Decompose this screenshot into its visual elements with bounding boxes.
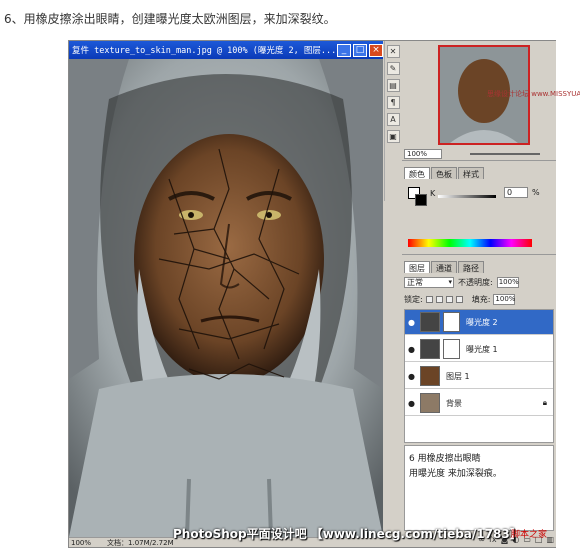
document-title-bar[interactable]: 复件 texture_to_skin_man.jpg @ 100% (曝光度 2… bbox=[69, 41, 383, 59]
image-canvas[interactable] bbox=[69, 59, 383, 537]
background-swatch[interactable] bbox=[415, 194, 427, 206]
annotation-note: 6 用橡皮擦出眼睛 用曝光度 来加深裂痕。 bbox=[404, 445, 554, 531]
color-panel: 颜色 色板 样式 K 0 % bbox=[402, 165, 556, 255]
adjustment-thumbnail bbox=[420, 312, 440, 332]
tab-channels[interactable]: 通道 bbox=[431, 261, 457, 273]
k-unit: % bbox=[532, 188, 540, 197]
lock-transparency-icon[interactable] bbox=[425, 295, 433, 303]
navigator-zoom-field[interactable]: 100% bbox=[404, 149, 442, 159]
step-caption: 6、用橡皮擦涂出眼睛，创建曝光度太欧洲图层，来加深裂纹。 bbox=[4, 12, 336, 26]
adjustment-thumbnail bbox=[420, 339, 440, 359]
toolbox-strip: ✕ ✎ ▤ ¶ A ▣ bbox=[384, 41, 401, 201]
lock-position-icon[interactable] bbox=[445, 295, 453, 303]
navigator-zoom-slider[interactable] bbox=[470, 153, 540, 155]
layer-list: ● 曝光度 2 ● 曝光度 1 ● 图层 1 ● 背景 🔒︎ bbox=[404, 309, 554, 443]
eye-icon[interactable]: ● bbox=[405, 399, 418, 408]
layer-thumbnail bbox=[420, 393, 440, 413]
lock-label: 锁定: bbox=[404, 294, 423, 304]
navigator-panel: 100% bbox=[402, 41, 556, 161]
lock-row: 锁定: 填充: 100% bbox=[404, 292, 554, 306]
opacity-field[interactable]: 100% bbox=[496, 276, 519, 288]
lock-icon: 🔒︎ bbox=[542, 398, 547, 407]
fill-field[interactable]: 100% bbox=[493, 293, 515, 305]
k-channel-label: K bbox=[430, 189, 436, 198]
paragraph-icon[interactable]: ¶ bbox=[386, 96, 400, 109]
color-panel-tabs: 颜色 色板 样式 bbox=[402, 165, 556, 179]
color-spectrum[interactable] bbox=[408, 239, 532, 247]
close-icon[interactable]: ✕ bbox=[386, 45, 400, 58]
actions-icon[interactable]: ▣ bbox=[386, 130, 400, 143]
status-doc-size: 文档：1.07M/2.72M bbox=[107, 538, 174, 547]
cracked-face-image bbox=[69, 59, 383, 537]
document-window: 复件 texture_to_skin_man.jpg @ 100% (曝光度 2… bbox=[69, 41, 383, 547]
eye-icon[interactable]: ● bbox=[405, 345, 418, 354]
layer-name: 背景 bbox=[446, 398, 462, 408]
minimize-button[interactable]: _ bbox=[337, 43, 351, 57]
history-icon[interactable]: ▤ bbox=[386, 79, 400, 92]
layer-name: 曝光度 1 bbox=[466, 344, 498, 354]
status-zoom: 100% bbox=[71, 538, 92, 547]
layer-row-layer-1[interactable]: ● 图层 1 bbox=[405, 364, 553, 389]
close-button[interactable]: × bbox=[369, 43, 383, 57]
eye-icon[interactable]: ● bbox=[405, 372, 418, 381]
brush-tool-icon[interactable]: ✎ bbox=[386, 62, 400, 75]
layer-row-exposure-1[interactable]: ● 曝光度 1 bbox=[405, 337, 553, 362]
layer-name: 曝光度 2 bbox=[466, 317, 498, 327]
lock-all-icon[interactable] bbox=[455, 295, 463, 303]
photoshop-screenshot: 复件 texture_to_skin_man.jpg @ 100% (曝光度 2… bbox=[68, 40, 580, 548]
tab-color[interactable]: 颜色 bbox=[404, 167, 430, 179]
maximize-button[interactable]: □ bbox=[353, 43, 367, 57]
layer-row-background[interactable]: ● 背景 🔒︎ bbox=[405, 391, 553, 416]
k-slider[interactable] bbox=[438, 195, 496, 198]
mask-thumbnail[interactable] bbox=[443, 339, 460, 359]
site-logo-top: 思缘设计论坛 www.MISSYUAN.COM bbox=[487, 90, 580, 98]
layer-thumbnail bbox=[420, 366, 440, 386]
blend-row: 正常 不透明度: 100% bbox=[404, 275, 554, 289]
mask-thumbnail[interactable] bbox=[443, 312, 460, 332]
panels-column: 100% 颜色 色板 样式 K 0 % 图层 通道 路径 正常 ▾ 不透明度: … bbox=[402, 41, 556, 547]
eye-icon[interactable]: ● bbox=[405, 318, 418, 327]
note-line-2: 用曝光度 来加深裂痕。 bbox=[409, 469, 502, 479]
character-icon[interactable]: A bbox=[386, 113, 400, 126]
brand-logo: 脚本之家 bbox=[511, 530, 548, 540]
trash-icon[interactable]: ▥ bbox=[546, 535, 554, 544]
tab-layers[interactable]: 图层 bbox=[404, 261, 430, 273]
watermark-text: PhotoShop平面设计吧 【www.linecg.com/tieba/178… bbox=[173, 527, 522, 541]
tab-swatches[interactable]: 色板 bbox=[431, 167, 457, 179]
tab-paths[interactable]: 路径 bbox=[458, 261, 484, 273]
note-line-1: 6 用橡皮擦出眼睛 bbox=[409, 454, 481, 464]
blend-mode-select[interactable]: 正常 bbox=[404, 276, 454, 288]
tab-styles[interactable]: 样式 bbox=[458, 167, 484, 179]
document-title: 复件 texture_to_skin_man.jpg @ 100% (曝光度 2… bbox=[72, 46, 335, 56]
lock-pixels-icon[interactable] bbox=[435, 295, 443, 303]
layer-row-exposure-2[interactable]: ● 曝光度 2 bbox=[405, 310, 553, 335]
layers-panel: 图层 通道 路径 正常 不透明度: 100% 锁定: 填充: 100% ● bbox=[402, 259, 556, 547]
fill-label: 填充: bbox=[471, 294, 491, 304]
layers-panel-tabs: 图层 通道 路径 bbox=[402, 259, 556, 273]
layer-name: 图层 1 bbox=[446, 371, 470, 381]
k-value-field[interactable]: 0 bbox=[504, 187, 528, 198]
opacity-label: 不透明度: bbox=[458, 277, 493, 287]
